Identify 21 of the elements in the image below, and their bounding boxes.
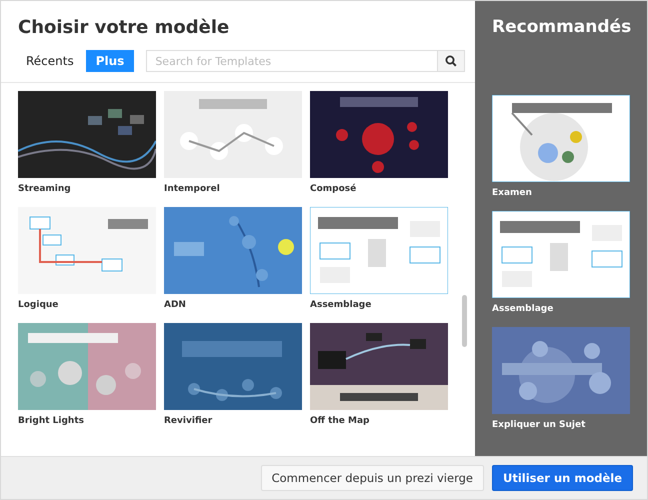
use-template-button[interactable]: Utiliser un modèle: [492, 465, 633, 491]
template-name[interactable]: ADN: [164, 300, 302, 310]
template-name[interactable]: Intemporel: [164, 184, 302, 194]
template-name[interactable]: Expliquer un Sujet: [492, 420, 647, 430]
template-name[interactable]: Streaming: [18, 184, 156, 194]
dialog-title: Choisir votre modèle: [18, 17, 230, 38]
tab[interactable]: Récents: [18, 50, 82, 72]
template-name[interactable]: Logique: [18, 300, 156, 310]
template-name[interactable]: Revivifier: [164, 416, 302, 426]
blank-prezi-button[interactable]: Commencer depuis un prezi vierge: [260, 465, 484, 491]
template-name[interactable]: Off the Map: [310, 416, 448, 426]
template-name[interactable]: Composé: [310, 184, 448, 194]
search-button[interactable]: [437, 50, 465, 72]
template-name[interactable]: Bright Lights: [18, 416, 156, 426]
template-name[interactable]: Assemblage: [492, 304, 647, 314]
template-name[interactable]: Examen: [492, 188, 647, 198]
panel-title: Recommandés: [492, 17, 632, 37]
search-icon: [445, 55, 457, 67]
search-field[interactable]: Search for Templates: [146, 50, 437, 72]
template-name[interactable]: Assemblage: [310, 300, 448, 310]
scrollbar[interactable]: [462, 295, 467, 347]
